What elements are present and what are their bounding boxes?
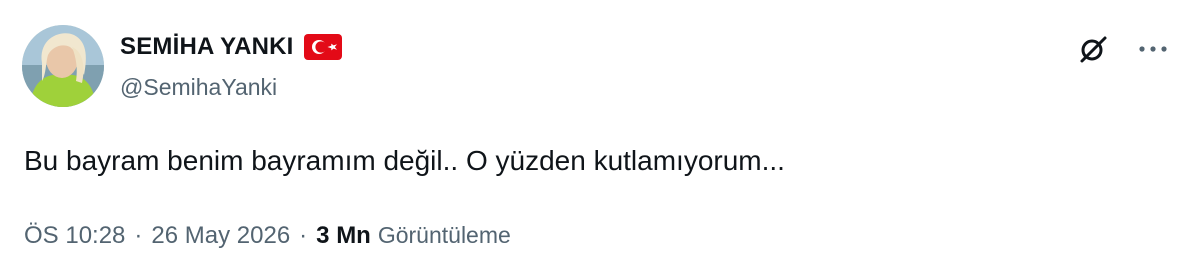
avatar[interactable] xyxy=(22,25,104,107)
header-actions xyxy=(1076,32,1170,66)
more-options-icon[interactable] xyxy=(1136,32,1170,66)
views-count[interactable]: 3 Mn xyxy=(316,222,371,250)
name-row: SEMİHA YANKI xyxy=(120,30,342,64)
meta-separator: · xyxy=(299,222,308,249)
user-handle[interactable]: @SemihaYanki xyxy=(120,74,277,101)
views-label: Görüntüleme xyxy=(377,222,511,248)
tweet-date[interactable]: 26 May 2026 xyxy=(151,222,290,250)
grok-icon[interactable] xyxy=(1076,32,1110,66)
tweet-meta: ÖS 10:28 · 26 May 2026 · 3 Mn Görüntülem… xyxy=(24,222,511,250)
display-name[interactable]: SEMİHA YANKI xyxy=(120,33,294,61)
tweet-card: SEMİHA YANKI @SemihaYanki Bu bayram beni… xyxy=(0,0,1200,265)
tweet-time[interactable]: ÖS 10:28 xyxy=(24,222,125,250)
turkey-flag-icon xyxy=(303,34,342,60)
meta-separator: · xyxy=(134,222,143,249)
tweet-text: Bu bayram benim bayramım değil.. O yüzde… xyxy=(24,145,785,176)
